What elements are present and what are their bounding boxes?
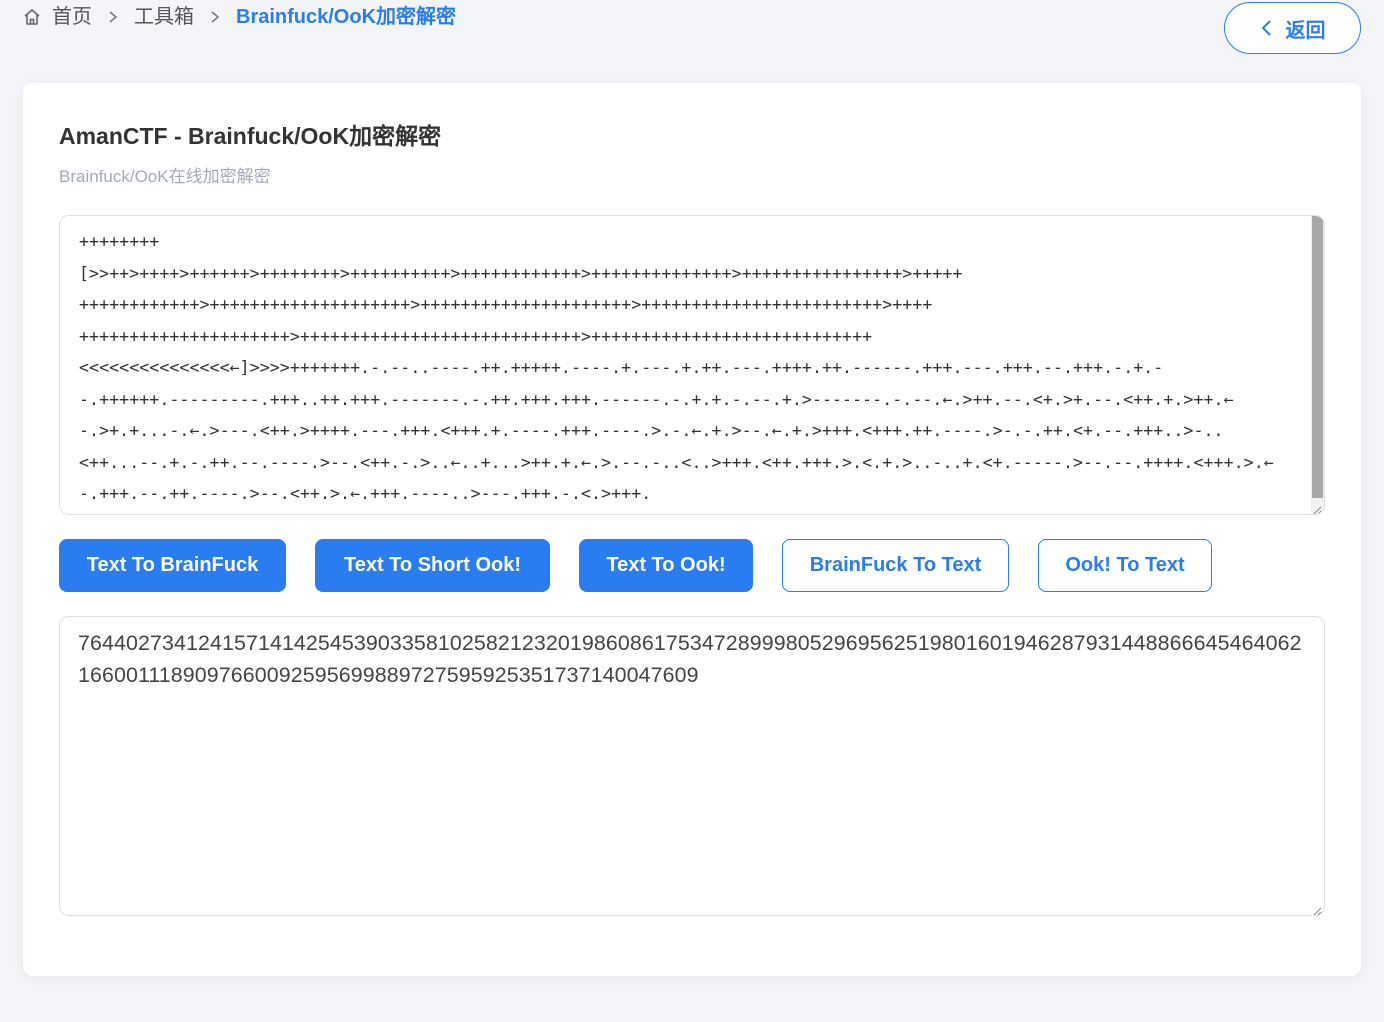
page-title: AmanCTF - Brainfuck/OoK加密解密 (59, 123, 442, 149)
ook-to-text-button[interactable]: Ook! To Text (1038, 539, 1212, 592)
input-line: +++++++++++++++++++++>++++++++++++++++++… (79, 326, 873, 346)
input-scrollbar[interactable] (1311, 216, 1324, 514)
resize-handle-icon[interactable] (1312, 903, 1322, 916)
top-bar: 首页 工具箱 Brainfuck/OoK加密解密 返回 (0, 0, 1384, 70)
tool-card: AmanCTF - Brainfuck/OoK加密解密 Brainfuck/Oo… (23, 83, 1361, 976)
input-line: -.+++.--.++.----.>--.<++.>.←.+++.----..>… (79, 484, 652, 503)
resize-handle-icon[interactable] (1312, 502, 1322, 514)
text-to-ook-button[interactable]: Text To Ook! (579, 539, 753, 592)
input-line: [>>++>++++>++++++>++++++++>++++++++++>++… (79, 263, 963, 283)
input-line: <++...--.+.-.++.--.----.>--.<++.-.>..←..… (79, 452, 1274, 472)
back-button[interactable]: 返回 (1224, 2, 1361, 54)
text-to-short-ook-button[interactable]: Text To Short Ook! (315, 539, 550, 592)
brainfuck-input-text[interactable]: ++++++++ [>>++>++++>++++++>++++++++>+++++… (79, 226, 1297, 510)
brainfuck-input[interactable]: ++++++++ [>>++>++++>++++++>++++++++>+++++… (59, 215, 1325, 515)
chevron-right-icon (208, 10, 222, 24)
input-line: -.>+.+...-.←.>---.<++.>++++.---.+++.<+++… (79, 421, 1224, 440)
back-button-label: 返回 (1285, 19, 1326, 42)
input-scrollbar-thumb[interactable] (1312, 216, 1323, 498)
input-line: <<<<<<<<<<<<<<<←]>>>>+++++++.-.--..----.… (79, 358, 1164, 377)
input-line: ++++++++++++>++++++++++++++++++++>++++++… (79, 295, 933, 314)
input-line: ++++++++ (79, 232, 160, 251)
chevron-right-icon (106, 10, 120, 24)
brainfuck-to-text-button[interactable]: BrainFuck To Text (782, 539, 1009, 592)
text-to-brainfuck-button[interactable]: Text To BrainFuck (59, 539, 286, 592)
breadcrumb-current: Brainfuck/OoK加密解密 (236, 6, 457, 28)
input-line: -.++++++.---------.+++..++.+++.-------.-… (79, 389, 1234, 409)
output-text[interactable]: 7644027341241571414254539033581025821232… (78, 627, 1308, 691)
output-textarea[interactable]: 7644027341241571414254539033581025821232… (59, 616, 1325, 916)
chevron-left-icon (1260, 18, 1272, 38)
breadcrumb-toolbox[interactable]: 工具箱 (134, 4, 194, 30)
breadcrumb-home[interactable]: 首页 (52, 4, 92, 30)
breadcrumb: 首页 工具箱 Brainfuck/OoK加密解密 (22, 4, 456, 30)
home-icon[interactable] (22, 7, 42, 27)
page-subtitle: Brainfuck/OoK在线加密解密 (59, 167, 271, 186)
